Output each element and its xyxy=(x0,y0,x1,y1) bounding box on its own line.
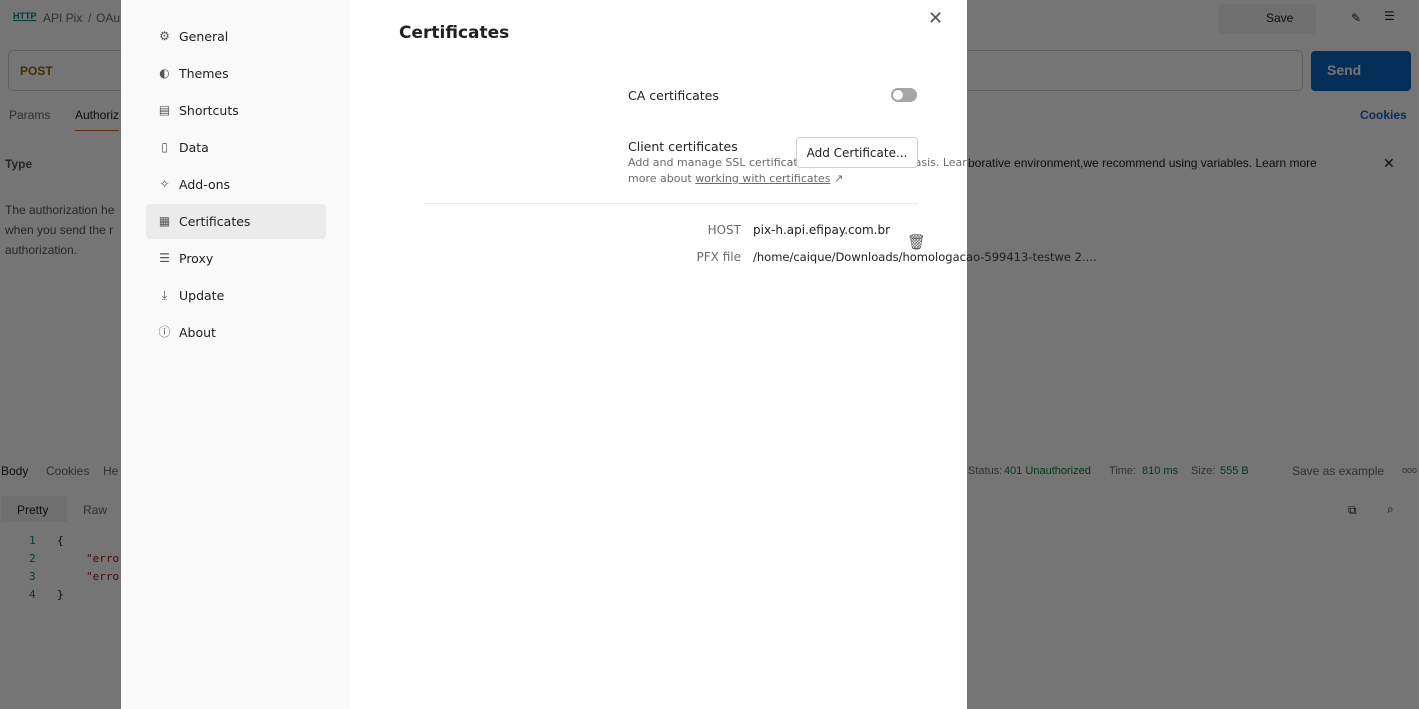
sidebar-item-proxy[interactable]: ☰ Proxy xyxy=(146,241,326,276)
pfx-value: /home/caique/Downloads/homologacao-59941… xyxy=(753,250,1097,264)
sidebar-item-label: Add-ons xyxy=(179,177,231,192)
breadcrumb-sep: / xyxy=(88,11,92,25)
sidebar-item-label: Proxy xyxy=(179,251,214,266)
sidebar-item-certificates[interactable]: ▦ Certificates xyxy=(146,204,326,239)
auth-text-3: authorization. xyxy=(5,243,78,257)
client-certificates-label: Client certificates xyxy=(628,139,738,154)
sidebar-item-label: Update xyxy=(179,288,225,303)
status-value: 401 Unauthorized xyxy=(1004,465,1091,477)
response-tab-cookies[interactable]: Cookies xyxy=(46,464,89,478)
send-button[interactable]: Send xyxy=(1311,51,1411,91)
status-label: Status: xyxy=(968,465,1003,477)
breadcrumb-request[interactable]: OAu xyxy=(96,11,120,25)
sidebar-item-about[interactable]: ⓘ About xyxy=(146,315,326,350)
pfx-label: PFX file xyxy=(696,250,741,264)
sparkle-icon: ✧ xyxy=(159,177,170,191)
tab-params[interactable]: Params xyxy=(9,108,50,122)
sidebar-item-update[interactable]: ⤓ Update xyxy=(146,278,326,313)
line-number: 1 xyxy=(29,534,36,547)
ca-certificates-toggle[interactable] xyxy=(891,88,917,102)
banner-close-icon[interactable]: ✕ xyxy=(1383,155,1395,172)
size-value: 555 B xyxy=(1220,465,1249,477)
view-raw[interactable]: Raw xyxy=(83,503,107,517)
edit-button[interactable]: ✎ xyxy=(1343,6,1373,33)
palette-icon: ◐ xyxy=(159,66,170,80)
settings-content: Certificates ✕ CA certificates Client ce… xyxy=(350,0,1097,709)
code-line: "erro xyxy=(86,552,120,565)
sidebar-item-label: About xyxy=(179,325,216,340)
tab-authorization[interactable]: Authoriz xyxy=(75,108,120,131)
sidebar-item-label: Shortcuts xyxy=(179,103,239,118)
code-line: "erro xyxy=(86,570,120,583)
response-tab-headers[interactable]: He xyxy=(103,464,118,478)
info-icon: ⓘ xyxy=(158,325,171,339)
sidebar-item-label: Themes xyxy=(179,66,229,81)
server-icon: ☰ xyxy=(159,251,170,265)
sidebar-item-add-ons[interactable]: ✧ Add-ons xyxy=(146,167,326,202)
auth-text-1: The authorization he xyxy=(5,203,115,217)
sidebar-item-themes[interactable]: ◐ Themes xyxy=(146,56,326,91)
more-options-icon[interactable]: ooo xyxy=(1402,465,1417,475)
line-number: 3 xyxy=(29,570,36,583)
host-label: HOST xyxy=(707,223,741,237)
keyboard-icon: ▤ xyxy=(158,103,171,117)
save-as-example-button[interactable]: Save as example xyxy=(1292,464,1384,478)
type-label: Type xyxy=(5,157,33,171)
settings-sidebar: ⚙ General ◐ Themes ▤ Shortcuts ▯ Data ✧ Add-ons ▦ C… xyxy=(121,0,350,709)
sidebar-item-label: Certificates xyxy=(179,214,251,229)
breadcrumb-collection[interactable]: API Pix xyxy=(43,11,82,25)
time-label: Time: xyxy=(1109,465,1137,477)
external-link-icon: ↗ xyxy=(833,172,844,185)
search-icon[interactable]: ⌕ xyxy=(1387,502,1394,517)
gear-icon: ⚙ xyxy=(159,29,170,43)
settings-modal: ⚙ General ◐ Themes ▤ Shortcuts ▯ Data ✧ Add-ons ▦ C… xyxy=(121,0,1097,709)
cookies-link[interactable]: Cookies xyxy=(1360,108,1407,122)
http-icon: HTTP xyxy=(13,11,37,21)
certificate-icon: ▦ xyxy=(158,214,171,228)
line-number: 4 xyxy=(29,588,36,601)
sidebar-item-label: Data xyxy=(179,140,209,155)
comments-icon[interactable]: ☰ xyxy=(1384,9,1395,23)
sidebar-item-general[interactable]: ⚙ General xyxy=(146,19,326,54)
time-value: 810 ms xyxy=(1142,465,1179,477)
sidebar-item-data[interactable]: ▯ Data xyxy=(146,130,326,165)
working-with-certificates-link[interactable]: working with certificates xyxy=(695,172,830,185)
data-icon: ▯ xyxy=(161,140,168,154)
code-line: } xyxy=(57,588,64,601)
size-label: Size: xyxy=(1191,465,1216,477)
add-certificate-button[interactable]: Add Certificate... xyxy=(796,137,918,168)
divider xyxy=(424,203,918,204)
response-tab-body[interactable]: Body xyxy=(1,464,28,478)
copy-icon[interactable]: ⧉ xyxy=(1348,503,1357,518)
host-value: pix-h.api.efipay.com.br xyxy=(753,223,891,237)
auth-text-2: when you send the r xyxy=(5,223,114,237)
save-label: Save xyxy=(1266,11,1294,25)
line-number: 2 xyxy=(29,552,36,565)
method-select[interactable]: POST xyxy=(20,64,53,78)
download-icon: ⤓ xyxy=(161,288,168,302)
close-icon[interactable]: ✕ xyxy=(928,8,943,29)
code-line: { xyxy=(57,534,64,547)
sidebar-item-shortcuts[interactable]: ▤ Shortcuts xyxy=(146,93,326,128)
page-title: Certificates xyxy=(399,23,510,43)
save-button[interactable]: Save xyxy=(1218,4,1316,34)
view-pretty[interactable]: Pretty xyxy=(1,496,67,522)
banner-text: borative environment,we recommend using … xyxy=(968,156,1317,170)
sidebar-item-label: General xyxy=(179,29,229,44)
ca-certificates-label: CA certificates xyxy=(628,88,719,103)
trash-icon[interactable]: 🗑 xyxy=(907,233,926,251)
